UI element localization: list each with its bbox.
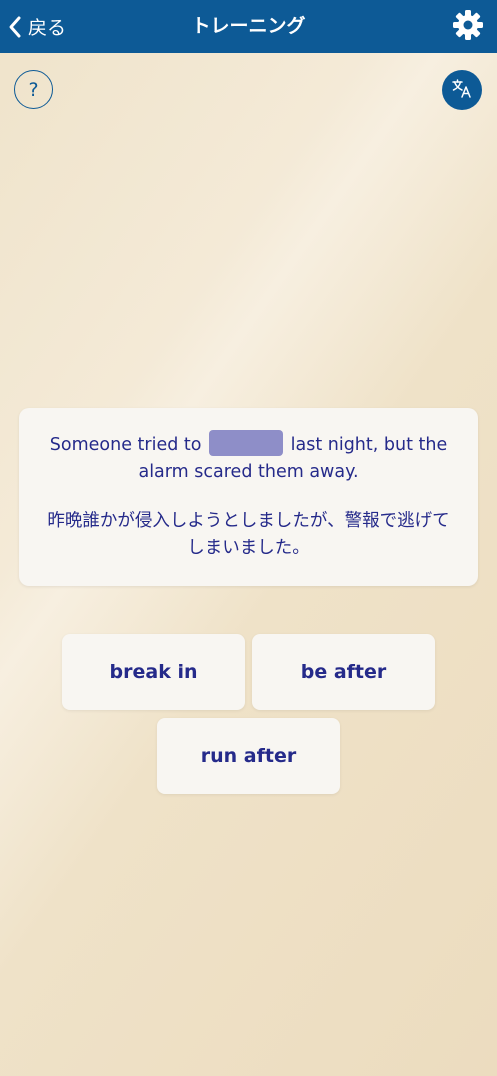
- answer-option-be-after[interactable]: be after: [252, 634, 435, 710]
- top-bar: 戻る トレーニング: [0, 0, 497, 53]
- translation-text: 昨晩誰かが侵入しようとしましたが、警報で逃げてしまいました。: [47, 511, 450, 558]
- sentence-before-blank: Someone tried to: [49, 435, 202, 455]
- translate-icon: [451, 77, 473, 103]
- help-button[interactable]: ?: [14, 70, 53, 109]
- settings-button[interactable]: [451, 10, 485, 44]
- answer-option-run-after[interactable]: run after: [157, 718, 340, 794]
- question-card: Someone tried to last night, but the ala…: [19, 408, 478, 586]
- answer-option-break-in[interactable]: break in: [62, 634, 245, 710]
- back-button[interactable]: 戻る: [8, 0, 66, 53]
- page-title: トレーニング: [191, 15, 306, 37]
- answer-option-label: be after: [300, 661, 387, 683]
- answer-option-label: run after: [200, 745, 297, 767]
- gear-icon: [452, 9, 484, 45]
- answer-option-label: break in: [109, 661, 198, 683]
- question-sentence: Someone tried to last night, but the ala…: [39, 430, 458, 486]
- answer-blank: [209, 430, 284, 456]
- translate-button[interactable]: [442, 70, 482, 110]
- question-mark-icon: ?: [28, 78, 39, 101]
- chevron-left-icon: [8, 15, 22, 39]
- back-label: 戻る: [28, 17, 67, 39]
